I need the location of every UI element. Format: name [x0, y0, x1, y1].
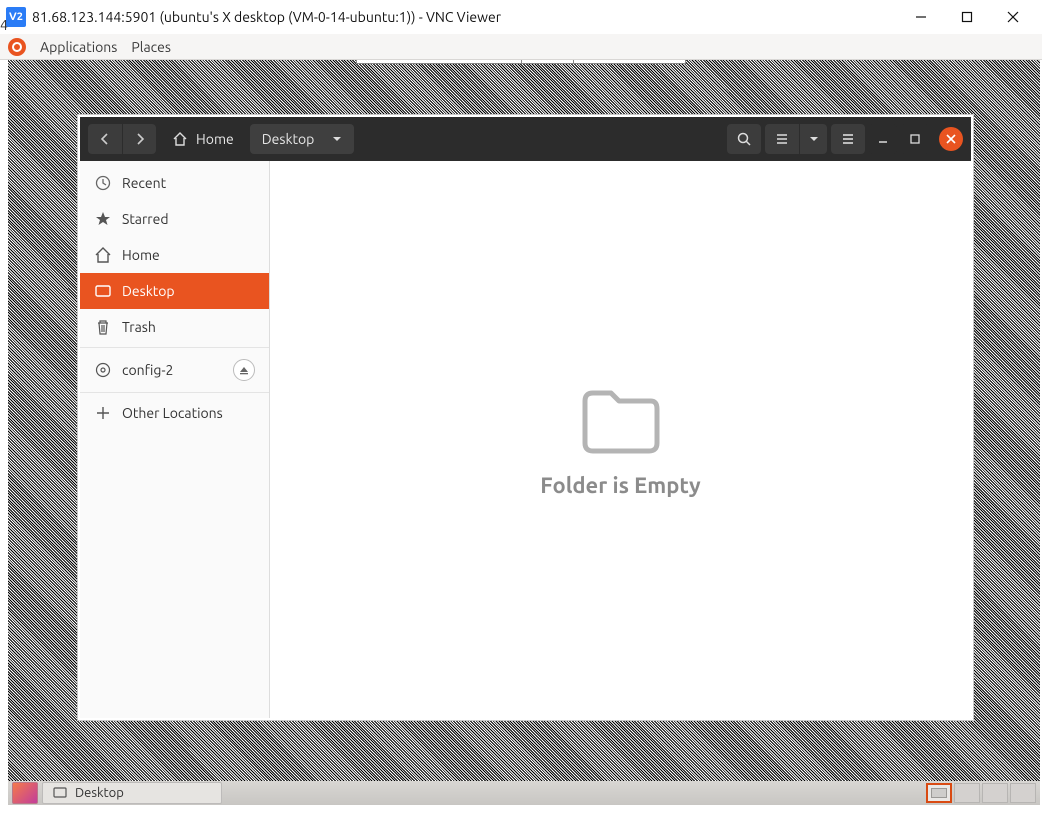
view-options-button[interactable]	[799, 124, 827, 154]
workspace-2[interactable]	[954, 783, 980, 803]
sidebar-item-label: config-2	[122, 362, 173, 378]
sidebar-separator	[80, 392, 269, 393]
sidebar-item-label: Starred	[122, 211, 169, 227]
breadcrumb-current[interactable]: Desktop	[250, 124, 355, 154]
workspace-pager	[926, 783, 1036, 803]
star-icon	[94, 210, 112, 228]
window-close-button[interactable]	[939, 127, 963, 151]
vnc-toolbar-remnant	[356, 60, 686, 64]
workspace-3[interactable]	[982, 783, 1008, 803]
sidebar: Recent Starred Home	[80, 161, 270, 718]
sidebar-item-label: Other Locations	[122, 405, 223, 421]
sidebar-item-other-locations[interactable]: Other Locations	[80, 395, 269, 431]
sidebar-item-trash[interactable]: Trash	[80, 309, 269, 345]
sidebar-item-label: Trash	[122, 319, 156, 335]
sidebar-item-desktop[interactable]: Desktop	[80, 273, 269, 309]
view-controls	[765, 124, 827, 154]
list-view-button[interactable]	[765, 124, 799, 154]
sidebar-item-home[interactable]: Home	[80, 237, 269, 273]
workspace-1[interactable]	[926, 783, 952, 803]
home-icon	[172, 131, 188, 147]
sidebar-item-label: Recent	[122, 175, 166, 191]
sidebar-item-label: Desktop	[122, 283, 175, 299]
vnc-window-title: 81.68.123.144:5901 (ubuntu's X desktop (…	[32, 9, 898, 25]
menu-applications[interactable]: Applications	[40, 39, 117, 55]
menu-places[interactable]: Places	[131, 39, 171, 55]
sidebar-item-label: Home	[122, 247, 160, 263]
nav-back-button[interactable]	[88, 124, 122, 154]
plus-icon	[94, 404, 112, 422]
folder-contents: Folder is Empty	[270, 161, 971, 718]
file-manager-header: Home Desktop	[80, 117, 971, 161]
file-manager-window: Home Desktop	[78, 115, 973, 720]
desktop-icon	[53, 786, 67, 800]
clock-icon	[94, 174, 112, 192]
breadcrumb-home[interactable]: Home	[160, 124, 246, 154]
sidebar-item-config2[interactable]: config-2	[80, 350, 269, 390]
host-page-number: 4	[0, 17, 8, 33]
taskbar-window-label: Desktop	[75, 786, 124, 800]
vnc-titlebar: V2 81.68.123.144:5901 (ubuntu's X deskto…	[0, 0, 1042, 34]
nav-forward-button[interactable]	[122, 124, 156, 154]
trash-icon	[94, 318, 112, 336]
vnc-app-icon: V2	[6, 7, 26, 27]
eject-button[interactable]	[233, 359, 255, 381]
breadcrumb-current-label: Desktop	[262, 131, 315, 147]
sidebar-separator	[80, 347, 269, 348]
ubuntu-menubar: Applications Places	[0, 34, 1042, 60]
minimize-button[interactable]	[898, 2, 944, 32]
sidebar-item-starred[interactable]: Starred	[80, 201, 269, 237]
vnc-framebuffer: Home Desktop	[8, 60, 1040, 805]
empty-folder-icon	[577, 381, 665, 457]
ubuntu-taskbar: Desktop	[8, 781, 1040, 805]
home-icon	[94, 246, 112, 264]
search-button[interactable]	[727, 124, 761, 154]
show-desktop-button[interactable]	[12, 782, 38, 804]
nav-group	[88, 124, 156, 154]
workspace-4[interactable]	[1010, 783, 1036, 803]
maximize-button[interactable]	[944, 2, 990, 32]
window-minimize-button[interactable]	[869, 124, 897, 154]
hamburger-menu-button[interactable]	[831, 124, 865, 154]
disc-icon	[94, 361, 112, 379]
empty-folder-text: Folder is Empty	[540, 473, 701, 498]
ubuntu-logo-icon[interactable]	[8, 38, 26, 56]
desktop-icon	[94, 282, 112, 300]
close-button[interactable]	[990, 2, 1036, 32]
breadcrumb-dropdown-icon	[332, 134, 342, 144]
breadcrumb-home-label: Home	[196, 131, 234, 147]
sidebar-item-recent[interactable]: Recent	[80, 165, 269, 201]
window-maximize-button[interactable]	[901, 124, 929, 154]
taskbar-window-entry[interactable]: Desktop	[42, 782, 222, 804]
